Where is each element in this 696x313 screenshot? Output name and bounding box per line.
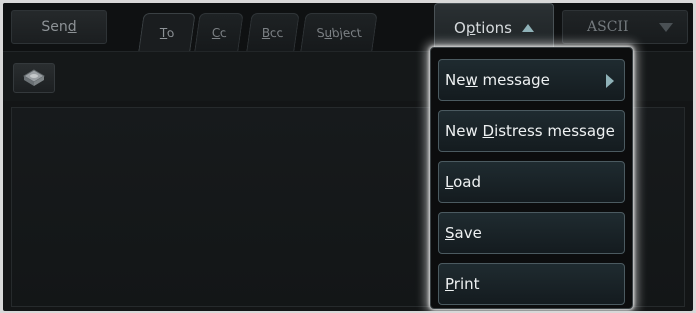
tab-bcc-label-rest: cc <box>269 25 285 40</box>
tab-subject[interactable]: Subject <box>300 13 378 51</box>
menu-item-new-distress-message[interactable]: New Distress message <box>438 110 625 152</box>
encoding-select[interactable]: ASCII <box>562 10 688 44</box>
options-button[interactable]: Options <box>434 3 554 51</box>
send-button[interactable]: Sen d <box>11 10 107 44</box>
attach-button[interactable] <box>13 63 55 93</box>
tab-bcc[interactable]: Bcc <box>246 13 300 51</box>
tab-to[interactable]: To <box>138 13 196 51</box>
menu-item-label: New Distress message <box>445 122 615 140</box>
menu-item-save[interactable]: Save <box>438 212 625 254</box>
triangle-down-icon <box>659 23 673 32</box>
menu-item-new-message[interactable]: New message <box>438 59 625 101</box>
tab-subject-label-rest: bject <box>330 25 363 40</box>
menu-item-load[interactable]: Load <box>438 161 625 203</box>
options-label: Options <box>454 18 512 37</box>
send-label-mnemonic: d <box>67 19 77 35</box>
options-menu: New message New Distress message Load Sa… <box>430 47 633 309</box>
encoding-value: ASCII <box>587 19 629 35</box>
tab-cc-label-rest: c <box>218 25 228 40</box>
chevron-right-icon <box>606 74 614 88</box>
triangle-up-icon <box>521 23 534 32</box>
drive-icon <box>23 69 45 86</box>
menu-item-label: Print <box>445 275 480 293</box>
tab-subject-label: S <box>315 25 326 40</box>
menu-item-label: Load <box>445 173 481 191</box>
send-label: Sen <box>41 19 68 35</box>
tab-cc[interactable]: Cc <box>194 13 244 51</box>
message-composer: Sen d To Cc Bcc Subject Options ASCII Ne… <box>3 3 693 311</box>
tab-to-label-rest: o <box>165 25 176 40</box>
menu-item-label: New message <box>445 71 550 89</box>
top-bar: Sen d To Cc Bcc Subject Options ASCII <box>3 3 693 51</box>
menu-item-print[interactable]: Print <box>438 263 625 305</box>
menu-item-label: Save <box>445 224 482 242</box>
